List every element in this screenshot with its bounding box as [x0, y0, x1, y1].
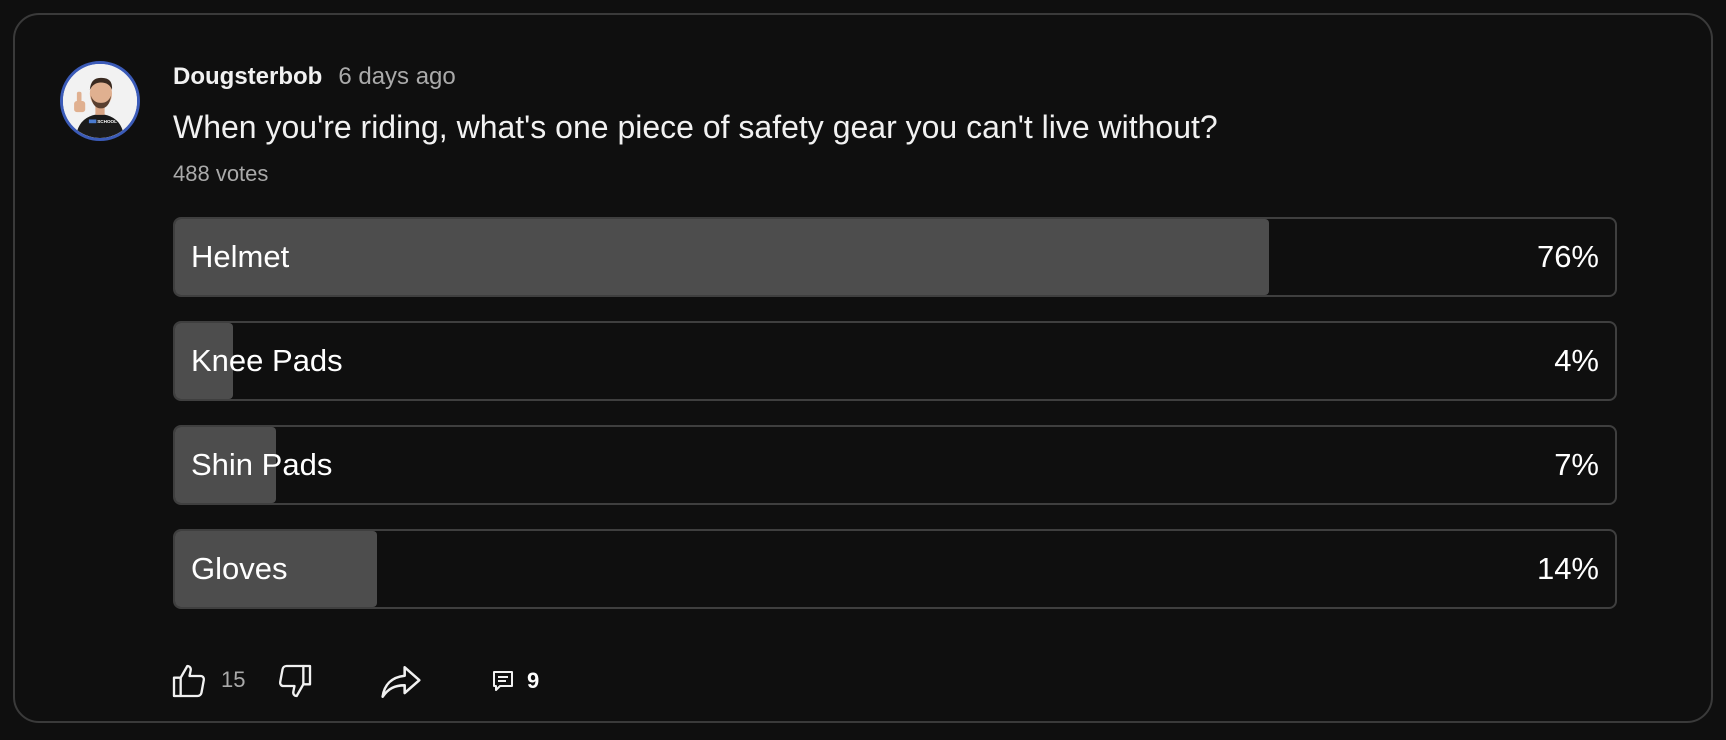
poll-card: SCHOOL Dougsterbob 6 days ago When you'r…: [13, 13, 1713, 723]
poll-option-percent: 76%: [1536, 239, 1599, 274]
poll-option-percent: 4%: [1554, 343, 1599, 378]
vote-count: 488 votes: [173, 161, 269, 186]
poll-option-gloves[interactable]: Gloves 14%: [173, 529, 1617, 609]
poll-option-label: Knee Pads: [191, 343, 343, 378]
post-time[interactable]: 6 days ago: [338, 63, 455, 91]
poll-option-shin-pads[interactable]: Shin Pads 7%: [173, 425, 1617, 505]
poll-option-knee-pads[interactable]: Knee Pads 4%: [173, 321, 1617, 401]
poll-option-label: Helmet: [191, 239, 290, 274]
avatar[interactable]: SCHOOL: [60, 61, 140, 141]
poll-option-label: Gloves: [191, 551, 288, 586]
dislike-button[interactable]: [275, 661, 315, 701]
thumbs-up-icon: [172, 664, 206, 698]
poll-options: Helmet 76% Knee Pads 4% Shin Pads 7% Glo…: [173, 217, 1617, 633]
poll-option-percent: 14%: [1536, 551, 1599, 586]
post-header: Dougsterbob 6 days ago: [173, 63, 456, 91]
avatar-shirt-text: SCHOOL: [97, 119, 117, 124]
poll-option-percent: 7%: [1554, 447, 1599, 482]
comment-icon: [493, 671, 513, 691]
like-count: 15: [221, 667, 246, 692]
share-icon: [381, 666, 421, 698]
share-button[interactable]: [379, 663, 423, 701]
comment-button[interactable]: [491, 669, 515, 693]
person-thumbs-up-avatar-icon: SCHOOL: [63, 64, 137, 138]
like-button[interactable]: [169, 661, 209, 701]
poll-option-helmet[interactable]: Helmet 76%: [173, 217, 1617, 297]
thumbs-down-icon: [278, 664, 312, 698]
poll-question: When you're riding, what's one piece of …: [173, 109, 1218, 145]
author-name[interactable]: Dougsterbob: [173, 63, 322, 91]
poll-option-label: Shin Pads: [191, 447, 333, 482]
comment-count: 9: [527, 668, 540, 693]
poll-option-fill-bar: [175, 219, 1270, 295]
